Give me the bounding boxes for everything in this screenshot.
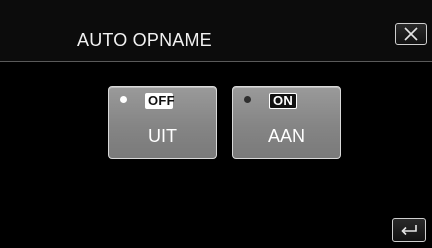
off-option-label: UIT	[148, 126, 177, 146]
off-badge-icon: OFF	[145, 93, 175, 109]
back-button[interactable]	[392, 218, 426, 242]
close-icon	[404, 27, 418, 41]
header-bar: AUTO OPNAME	[0, 0, 432, 62]
on-badge-icon: ON	[269, 93, 297, 109]
header-divider	[0, 61, 432, 62]
on-option-label: AAN	[267, 126, 305, 146]
back-return-icon	[401, 225, 417, 236]
off-option-button[interactable]: OFF UIT	[108, 86, 217, 159]
on-option-button[interactable]: ON AAN	[232, 86, 341, 159]
close-button[interactable]	[395, 23, 427, 45]
selected-indicator-dot	[120, 96, 127, 103]
auto-record-settings-screen: AUTO OPNAME OFF UIT ON AAN	[0, 0, 432, 248]
page-title: AUTO OPNAME	[77, 30, 212, 50]
unselected-indicator-dot	[244, 96, 251, 103]
